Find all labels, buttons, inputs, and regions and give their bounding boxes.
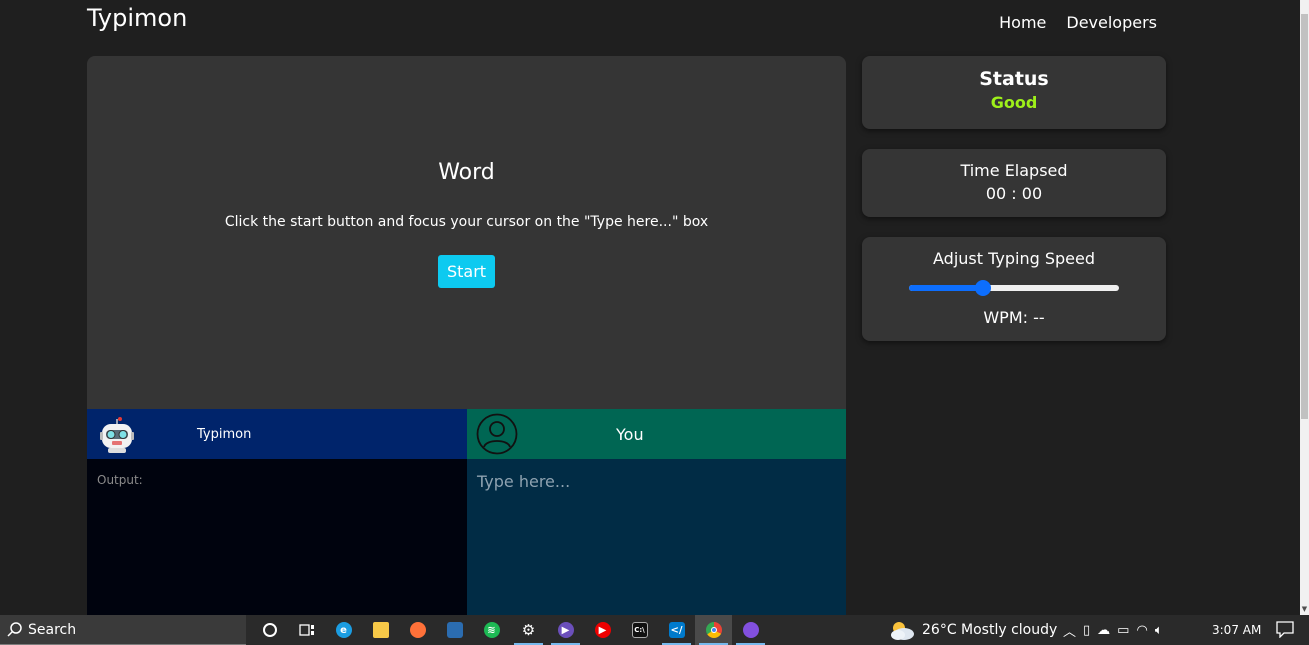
user-panel-header: You <box>467 409 846 459</box>
typing-speed-slider[interactable] <box>909 280 1119 296</box>
scroll-down-arrow-icon[interactable]: ▼ <box>1300 605 1309 615</box>
taskbar-search[interactable]: Search <box>0 615 246 645</box>
cortana-icon[interactable] <box>251 615 288 645</box>
task-view-icon[interactable] <box>288 615 325 645</box>
word-card: Word Click the start button and focus yo… <box>87 56 846 409</box>
status-value: Good <box>990 93 1038 112</box>
windows-taskbar: Search e ≋ ⚙ ▶ ▶ C:\ </ 26°C Mostly clou… <box>0 615 1309 645</box>
time-value: 00 : 00 <box>985 184 1043 203</box>
search-icon <box>7 621 22 637</box>
robot-avatar-icon <box>100 417 134 453</box>
github-desktop-icon[interactable] <box>732 615 769 645</box>
scrollbar-thumb[interactable] <box>1301 14 1308 419</box>
time-card: Time Elapsed 00 : 00 <box>862 149 1166 217</box>
vscode-icon[interactable]: </ <box>658 615 695 645</box>
edge-icon[interactable]: e <box>325 615 362 645</box>
nav-developers-link[interactable]: Developers <box>1066 13 1157 32</box>
settings-icon[interactable]: ⚙ <box>510 615 547 645</box>
terminal-icon[interactable]: C:\ <box>621 615 658 645</box>
top-nav: Home Developers <box>999 13 1157 32</box>
remote-desktop-icon[interactable] <box>436 615 473 645</box>
user-name: You <box>616 424 644 444</box>
output-label: Output: <box>97 473 143 487</box>
slider-fill <box>909 285 983 291</box>
battery-icon[interactable]: ▭ <box>1117 623 1129 638</box>
cloudy-weather-icon <box>891 622 914 640</box>
spotify-icon[interactable]: ≋ <box>473 615 510 645</box>
onedrive-cloud-icon[interactable]: ☁ <box>1097 623 1110 638</box>
show-hidden-icons-chevron-icon[interactable]: ︿ <box>1063 621 1076 640</box>
time-title: Time Elapsed <box>960 161 1068 180</box>
file-explorer-icon[interactable] <box>362 615 399 645</box>
notification-center-icon[interactable] <box>1276 621 1294 638</box>
firefox-icon[interactable] <box>399 615 436 645</box>
speed-card: Adjust Typing Speed WPM: -- <box>862 237 1166 341</box>
status-title: Status <box>979 68 1049 90</box>
nav-home-link[interactable]: Home <box>999 13 1046 32</box>
user-avatar-icon <box>476 413 518 455</box>
brand-logo[interactable]: Typimon <box>87 4 187 32</box>
bot-name: Typimon <box>197 426 252 442</box>
instruction-text: Click the start button and focus your cu… <box>224 214 709 230</box>
taskbar-apps: e ≋ ⚙ ▶ ▶ C:\ </ <box>251 615 769 645</box>
chrome-icon[interactable] <box>695 615 732 645</box>
bot-panel-header: Typimon <box>87 409 467 459</box>
taskbar-weather[interactable]: 26°C Mostly cloudy <box>888 615 1057 645</box>
status-card: Status Good <box>862 56 1166 129</box>
typing-input[interactable] <box>467 459 846 615</box>
word-display: Word <box>438 160 495 185</box>
meet-now-icon[interactable]: ▯ <box>1083 623 1090 638</box>
page: Typimon Home Developers Word Click the s… <box>0 0 1309 645</box>
search-label: Search <box>28 621 77 638</box>
volume-icon[interactable]: 🔈︎ <box>1155 623 1163 638</box>
media-player-icon[interactable]: ▶ <box>547 615 584 645</box>
speed-title: Adjust Typing Speed <box>933 249 1095 268</box>
taskbar-clock[interactable]: 3:07 AM <box>1212 615 1261 645</box>
slider-thumb[interactable] <box>975 280 991 296</box>
youtube-music-icon[interactable]: ▶ <box>584 615 621 645</box>
wifi-icon[interactable]: ◠ <box>1136 623 1147 638</box>
system-tray: ︿ ▯ ☁ ▭ ◠ 🔈︎ <box>1063 615 1163 645</box>
page-scrollbar[interactable]: ▼ <box>1300 0 1309 615</box>
wpm-readout: WPM: -- <box>983 308 1045 327</box>
weather-text: 26°C Mostly cloudy <box>922 622 1058 638</box>
bot-output-box: Output: <box>87 459 467 615</box>
start-button[interactable]: Start <box>438 255 495 288</box>
